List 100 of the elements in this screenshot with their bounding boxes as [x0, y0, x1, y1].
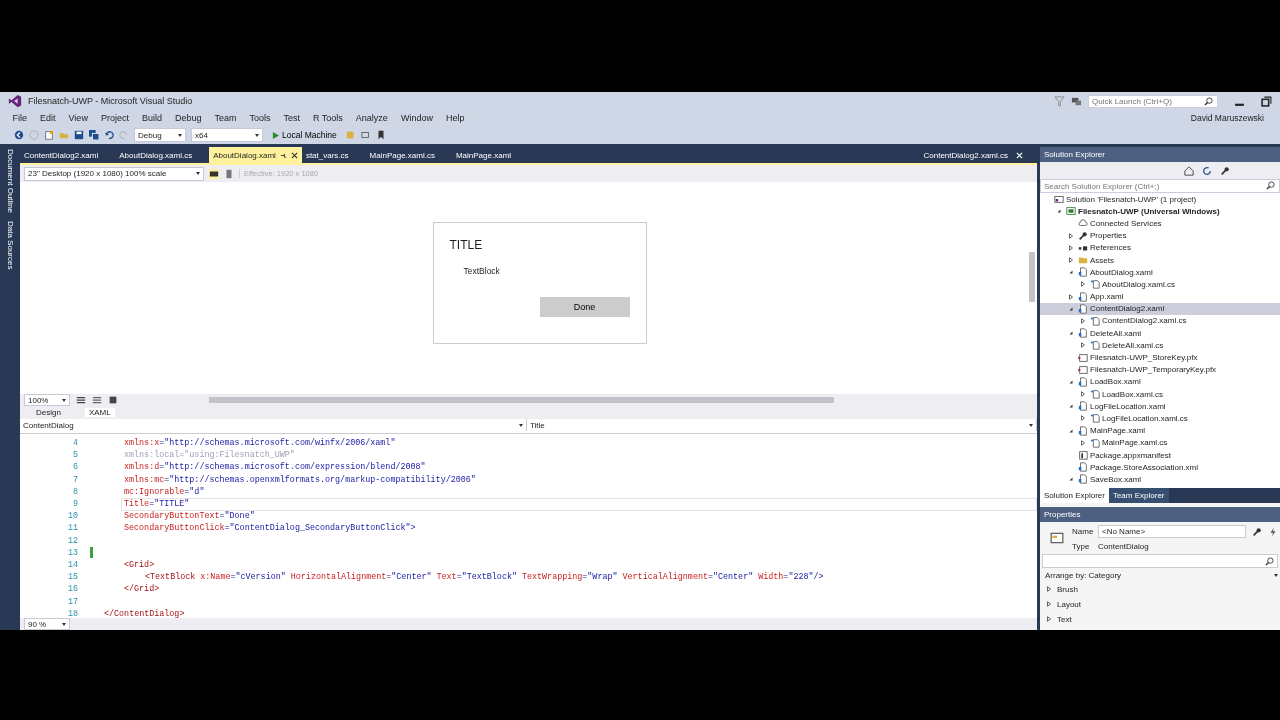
device-dropdown[interactable]: 23" Desktop (1920 x 1080) 100% scale — [24, 166, 204, 181]
tree-item[interactable]: Connected Services — [1040, 217, 1280, 230]
restore-icon[interactable] — [1261, 95, 1272, 107]
collapse-arrow-icon[interactable] — [1068, 269, 1074, 276]
property-category[interactable]: Brush — [1042, 583, 1278, 595]
search-icon[interactable] — [1265, 556, 1274, 566]
tree-item[interactable]: Filesnatch-UWP_TemporaryKey.pfx — [1040, 363, 1280, 376]
configuration-dropdown[interactable]: Debug — [134, 128, 186, 142]
document-tab[interactable]: MainPage.xaml — [451, 147, 529, 163]
zoom-dropdown[interactable]: 100% — [24, 394, 70, 406]
wrench-icon[interactable] — [1220, 165, 1230, 176]
view-tab[interactable]: XAML — [84, 408, 115, 417]
tree-item[interactable]: Assets — [1040, 253, 1280, 267]
expand-arrow-icon[interactable] — [1080, 317, 1086, 324]
new-project-icon[interactable] — [44, 130, 54, 140]
expand-arrow-icon[interactable] — [1068, 232, 1074, 239]
menu-item[interactable]: Window — [394, 113, 440, 123]
search-icon[interactable] — [1266, 181, 1275, 190]
tree-item[interactable]: AboutDialog.xaml — [1040, 266, 1280, 279]
panel-tab[interactable]: Solution Explorer — [1040, 488, 1109, 503]
expand-arrow-icon[interactable] — [1046, 601, 1052, 607]
menu-item[interactable]: Edit — [33, 113, 63, 123]
expand-arrow-icon[interactable] — [1080, 342, 1086, 349]
save-icon[interactable] — [74, 130, 84, 140]
tree-item[interactable]: Package.appxmanifest — [1040, 448, 1280, 462]
menu-item[interactable]: Analyze — [349, 113, 395, 123]
menu-item[interactable]: Project — [94, 113, 136, 123]
menu-item[interactable]: View — [62, 113, 95, 123]
expand-arrow-icon[interactable] — [1068, 257, 1074, 264]
tree-item[interactable]: Filesnatch-UWP_StoreKey.pfx — [1040, 351, 1280, 364]
document-tab[interactable]: MainPage.xaml.cs — [365, 147, 452, 163]
tree-item[interactable]: LogFileLocation.xaml.cs — [1040, 412, 1280, 425]
menu-item[interactable]: Build — [135, 113, 169, 123]
grid-icon[interactable] — [92, 395, 102, 405]
user-name[interactable]: David Maruszewski — [1190, 113, 1274, 123]
portrait-icon[interactable] — [224, 168, 234, 179]
tree-item[interactable]: DeleteAll.xaml — [1040, 327, 1280, 340]
snap-icon[interactable] — [108, 395, 118, 405]
tree-item[interactable]: App.xaml — [1040, 290, 1280, 303]
document-tab[interactable]: AboutDialog.xaml — [209, 147, 302, 163]
collapse-arrow-icon[interactable] — [1056, 208, 1062, 215]
menu-item[interactable]: Team — [207, 113, 243, 123]
document-tab[interactable]: ContentDialog2.xaml — [20, 147, 116, 163]
tree-item[interactable]: ContentDialog2.xaml — [1040, 302, 1280, 315]
tree-item[interactable]: LoadBox.xaml — [1040, 375, 1280, 388]
run-button[interactable]: Local Machine — [268, 130, 341, 140]
tree-item[interactable]: ContentDialog2.xaml.cs — [1040, 314, 1280, 328]
document-tab[interactable]: AboutDialog.xaml.cs — [115, 147, 210, 163]
landscape-icon[interactable] — [209, 168, 219, 179]
close-icon[interactable] — [290, 151, 298, 159]
member-dropdown[interactable]: Title — [527, 419, 1037, 431]
wrench-icon[interactable] — [1252, 526, 1262, 537]
side-tab[interactable]: Data Sources — [5, 221, 15, 270]
menu-item[interactable]: Debug — [168, 113, 208, 123]
tree-item[interactable]: Filesnatch-UWP (Universal Windows) — [1040, 205, 1280, 218]
tree-item[interactable]: LoadBox.xaml.cs — [1040, 388, 1280, 401]
side-tab[interactable]: Document Outline — [5, 149, 15, 214]
menu-item[interactable]: Tools — [242, 113, 277, 123]
expand-arrow-icon[interactable] — [1080, 439, 1086, 446]
tree-item[interactable]: LogFileLocation.xaml — [1040, 400, 1280, 413]
scrollbar-thumb[interactable] — [1029, 252, 1035, 302]
view-tab[interactable]: Design — [32, 408, 65, 417]
save-all-icon[interactable] — [89, 130, 99, 140]
menu-item[interactable]: R Tools — [306, 113, 350, 123]
done-button[interactable]: Done — [539, 297, 630, 317]
collapse-arrow-icon[interactable] — [1068, 305, 1074, 312]
quick-launch-field[interactable]: Quick Launch (Ctrl+Q) — [1088, 94, 1218, 108]
expand-arrow-icon[interactable] — [1080, 281, 1086, 288]
pin-icon[interactable] — [279, 151, 287, 159]
search-field[interactable]: Search Solution Explorer (Ctrl+;) — [1040, 179, 1280, 193]
preview-tab[interactable]: ContentDialog2.xaml.cs — [919, 147, 1012, 163]
editor-zoom-dropdown[interactable]: 90 % — [24, 618, 70, 630]
tree-item[interactable]: MainPage.xaml.cs — [1040, 436, 1280, 449]
collapse-arrow-icon[interactable] — [1068, 427, 1074, 434]
undo-icon[interactable] — [104, 130, 114, 140]
tree-item[interactable]: Properties — [1040, 229, 1280, 242]
toolbar-icon[interactable] — [360, 130, 371, 140]
tree-item[interactable]: SaveBox.xaml — [1040, 473, 1280, 486]
home-icon[interactable] — [1184, 165, 1194, 176]
collapse-arrow-icon[interactable] — [1068, 476, 1074, 483]
refresh-icon[interactable] — [1202, 165, 1212, 176]
expand-arrow-icon[interactable] — [1080, 415, 1086, 422]
name-field[interactable]: <No Name> — [1098, 525, 1246, 538]
platform-dropdown[interactable]: x64 — [191, 128, 263, 142]
document-tab[interactable]: stat_vars.cs — [301, 147, 366, 163]
property-category[interactable]: Text — [1042, 613, 1278, 625]
tree-item[interactable]: Solution 'Filesnatch-UWP' (1 project) — [1040, 193, 1280, 206]
tree-item[interactable]: MainPage.xaml — [1040, 424, 1280, 437]
element-dropdown[interactable]: ContentDialog — [20, 419, 527, 431]
expand-arrow-icon[interactable] — [1046, 586, 1052, 592]
panel-tab[interactable]: Team Explorer — [1108, 488, 1169, 503]
expand-arrow-icon[interactable] — [1046, 616, 1052, 622]
search-icon[interactable] — [1204, 96, 1213, 106]
menu-item[interactable]: Help — [439, 113, 471, 123]
lightning-icon[interactable] — [1268, 526, 1278, 537]
menu-item[interactable]: File — [6, 113, 34, 123]
property-search-field[interactable] — [1042, 554, 1278, 568]
scrollbar-thumb[interactable] — [209, 397, 834, 403]
tree-item[interactable]: Package.StoreAssociation.xml — [1040, 461, 1280, 474]
tree-item[interactable]: References — [1040, 241, 1280, 254]
